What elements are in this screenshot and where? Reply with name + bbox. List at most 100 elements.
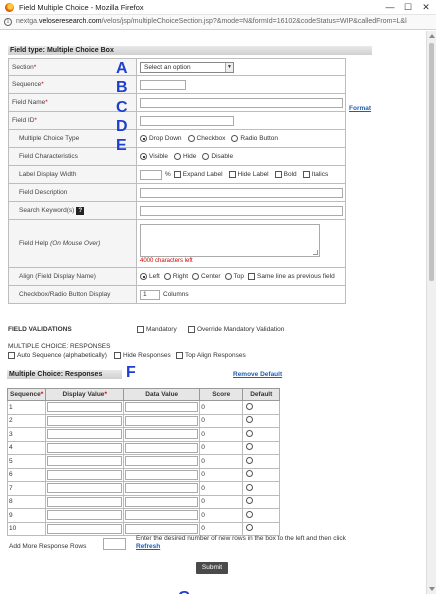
display-value-input[interactable] bbox=[47, 510, 123, 521]
score-cell[interactable]: 0 bbox=[199, 481, 244, 496]
sequence-input[interactable] bbox=[140, 79, 186, 90]
sequence-cell[interactable]: 6 bbox=[6, 467, 47, 482]
label-width-input[interactable] bbox=[140, 169, 162, 180]
score-cell[interactable]: 0 bbox=[199, 467, 244, 482]
section-select[interactable]: Select an option ▼ bbox=[140, 61, 234, 73]
radio-icon[interactable] bbox=[192, 273, 200, 280]
radio-icon[interactable] bbox=[140, 135, 147, 142]
scroll-up-icon[interactable] bbox=[429, 34, 435, 38]
score-cell[interactable]: 0 bbox=[199, 413, 244, 428]
vertical-scrollbar[interactable] bbox=[426, 31, 436, 594]
checkbox-icon[interactable] bbox=[173, 171, 181, 178]
display-value-input[interactable] bbox=[47, 523, 123, 534]
sequence-cell[interactable]: 5 bbox=[6, 454, 47, 469]
sequence-cell[interactable]: 1 bbox=[6, 400, 47, 415]
sequence-cell[interactable]: 10 bbox=[6, 521, 47, 536]
sequence-cell[interactable]: 4 bbox=[6, 440, 47, 455]
field-name-input[interactable] bbox=[140, 97, 343, 108]
score-cell[interactable]: 0 bbox=[199, 400, 244, 415]
maximize-button[interactable]: ☐ bbox=[402, 1, 414, 13]
score-cell[interactable]: 0 bbox=[199, 427, 244, 442]
align-right-option[interactable]: Right bbox=[163, 273, 188, 280]
checkbox-icon[interactable] bbox=[114, 352, 121, 359]
same-line-option[interactable]: Same line as previous field bbox=[248, 273, 335, 280]
url-bar[interactable]: i nextga.veloseresearch.com/velos/jsp/mu… bbox=[0, 15, 436, 30]
scroll-thumb[interactable] bbox=[429, 43, 434, 281]
display-value-input[interactable] bbox=[47, 456, 123, 467]
hide-label-option[interactable]: Hide Label bbox=[228, 171, 269, 178]
default-radio-icon[interactable] bbox=[246, 429, 254, 437]
default-radio-icon[interactable] bbox=[246, 416, 254, 424]
checkbox-icon[interactable] bbox=[248, 273, 256, 280]
default-radio-icon[interactable] bbox=[246, 510, 254, 518]
default-radio-icon[interactable] bbox=[246, 483, 254, 491]
choice-type-dropdown-option[interactable]: Drop Down bbox=[140, 135, 182, 142]
default-radio-icon[interactable] bbox=[246, 402, 254, 410]
align-top-option[interactable]: Top bbox=[224, 273, 244, 280]
top-align-option[interactable]: Top Align Responses bbox=[176, 352, 246, 359]
data-value-input[interactable] bbox=[125, 442, 199, 453]
default-radio-icon[interactable] bbox=[246, 470, 254, 478]
score-cell[interactable]: 0 bbox=[199, 494, 244, 509]
display-value-input[interactable] bbox=[47, 442, 123, 453]
bold-option[interactable]: Bold bbox=[274, 171, 297, 178]
data-value-input[interactable] bbox=[125, 483, 199, 494]
score-cell[interactable]: 0 bbox=[199, 508, 244, 523]
checkbox-icon[interactable] bbox=[302, 171, 310, 178]
data-value-input[interactable] bbox=[125, 523, 199, 534]
site-info-icon[interactable]: i bbox=[4, 18, 12, 26]
align-left-option[interactable]: Left bbox=[140, 273, 160, 280]
auto-sequence-option[interactable]: Auto Sequence (alphabetically) bbox=[8, 352, 107, 359]
visible-option[interactable]: Visible bbox=[140, 153, 168, 160]
field-id-input[interactable] bbox=[140, 115, 234, 126]
checkbox-icon[interactable] bbox=[8, 352, 15, 359]
align-center-option[interactable]: Center bbox=[192, 273, 221, 280]
italics-option[interactable]: Italics bbox=[302, 171, 328, 178]
scroll-down-icon[interactable] bbox=[429, 587, 435, 591]
display-value-input[interactable] bbox=[47, 415, 123, 426]
url-text[interactable]: nextga.veloseresearch.com/velos/jsp/mult… bbox=[16, 18, 407, 25]
add-rows-input[interactable] bbox=[103, 538, 126, 550]
submit-button[interactable]: Submit bbox=[196, 562, 228, 574]
sequence-cell[interactable]: 3 bbox=[6, 427, 47, 442]
radio-icon[interactable] bbox=[231, 135, 239, 142]
override-mandatory-option[interactable]: Override Mandatory Validation bbox=[188, 326, 284, 333]
data-value-input[interactable] bbox=[125, 469, 199, 480]
radio-icon[interactable] bbox=[174, 153, 182, 160]
radio-icon[interactable] bbox=[140, 273, 147, 280]
description-input[interactable] bbox=[140, 187, 343, 198]
minimize-button[interactable]: — bbox=[384, 1, 396, 13]
format-link[interactable]: Format bbox=[349, 105, 371, 112]
default-radio-icon[interactable] bbox=[246, 524, 254, 532]
display-value-input[interactable] bbox=[47, 496, 123, 507]
sequence-cell[interactable]: 2 bbox=[6, 413, 47, 428]
help-icon[interactable]: ? bbox=[76, 206, 85, 215]
sequence-cell[interactable]: 9 bbox=[6, 508, 47, 523]
radio-icon[interactable] bbox=[224, 273, 232, 280]
sequence-cell[interactable]: 7 bbox=[6, 481, 47, 496]
display-value-input[interactable] bbox=[47, 483, 123, 494]
score-cell[interactable]: 0 bbox=[199, 521, 244, 536]
radio-icon[interactable] bbox=[163, 273, 171, 280]
default-radio-icon[interactable] bbox=[246, 443, 254, 451]
score-cell[interactable]: 0 bbox=[199, 440, 244, 455]
hide-option[interactable]: Hide bbox=[174, 153, 196, 160]
disable-option[interactable]: Disable bbox=[202, 153, 233, 160]
radio-icon[interactable] bbox=[140, 153, 147, 160]
radio-icon[interactable] bbox=[187, 135, 195, 142]
mandatory-option[interactable]: Mandatory bbox=[137, 326, 177, 333]
search-keywords-input[interactable] bbox=[140, 205, 343, 216]
expand-label-option[interactable]: Expand Label bbox=[173, 171, 223, 178]
data-value-input[interactable] bbox=[125, 402, 199, 413]
close-button[interactable]: ✕ bbox=[420, 1, 432, 13]
data-value-input[interactable] bbox=[125, 510, 199, 521]
default-radio-icon[interactable] bbox=[246, 456, 254, 464]
default-radio-icon[interactable] bbox=[246, 497, 254, 505]
columns-input[interactable]: 1 bbox=[140, 289, 160, 300]
choice-type-radio-option[interactable]: Radio Button bbox=[231, 135, 278, 142]
checkbox-icon[interactable] bbox=[137, 326, 144, 333]
hide-responses-option[interactable]: Hide Responses bbox=[114, 352, 171, 359]
checkbox-icon[interactable] bbox=[274, 171, 282, 178]
data-value-input[interactable] bbox=[125, 456, 199, 467]
score-cell[interactable]: 0 bbox=[199, 454, 244, 469]
